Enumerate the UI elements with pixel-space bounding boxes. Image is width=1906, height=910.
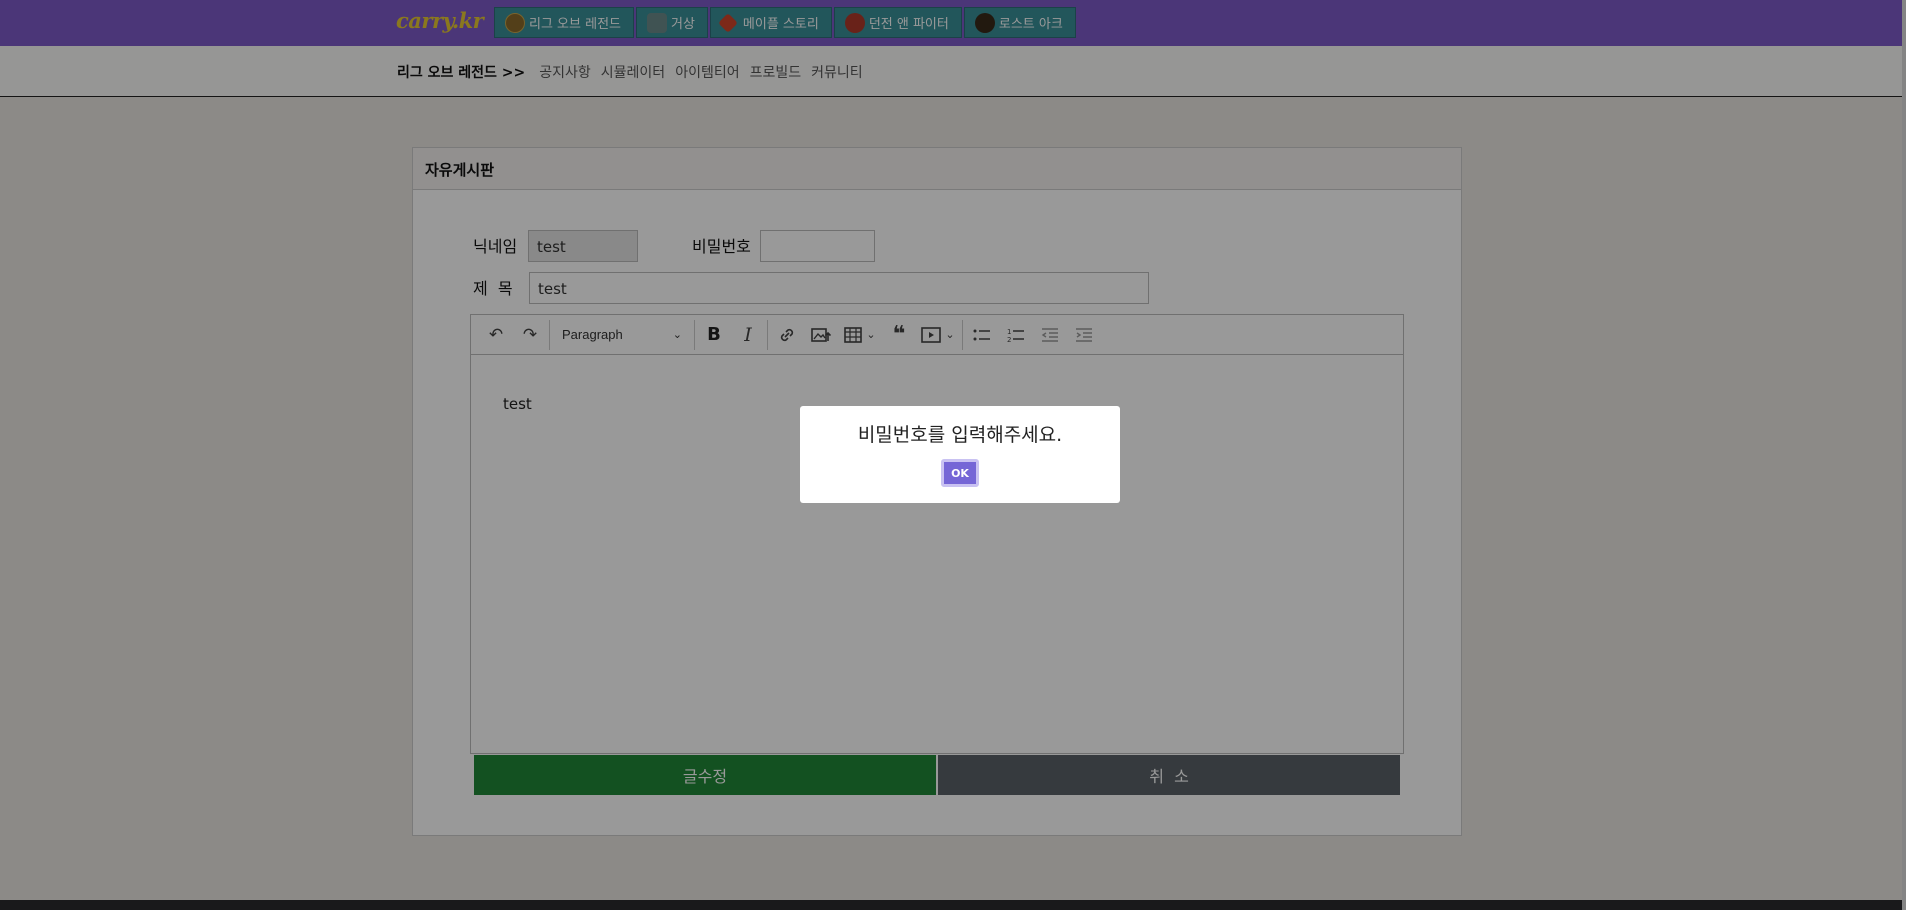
ok-button[interactable]: OK	[941, 459, 979, 487]
alert-dialog: 비밀번호를 입력해주세요. OK	[800, 406, 1120, 503]
alert-message: 비밀번호를 입력해주세요.	[857, 424, 1063, 446]
